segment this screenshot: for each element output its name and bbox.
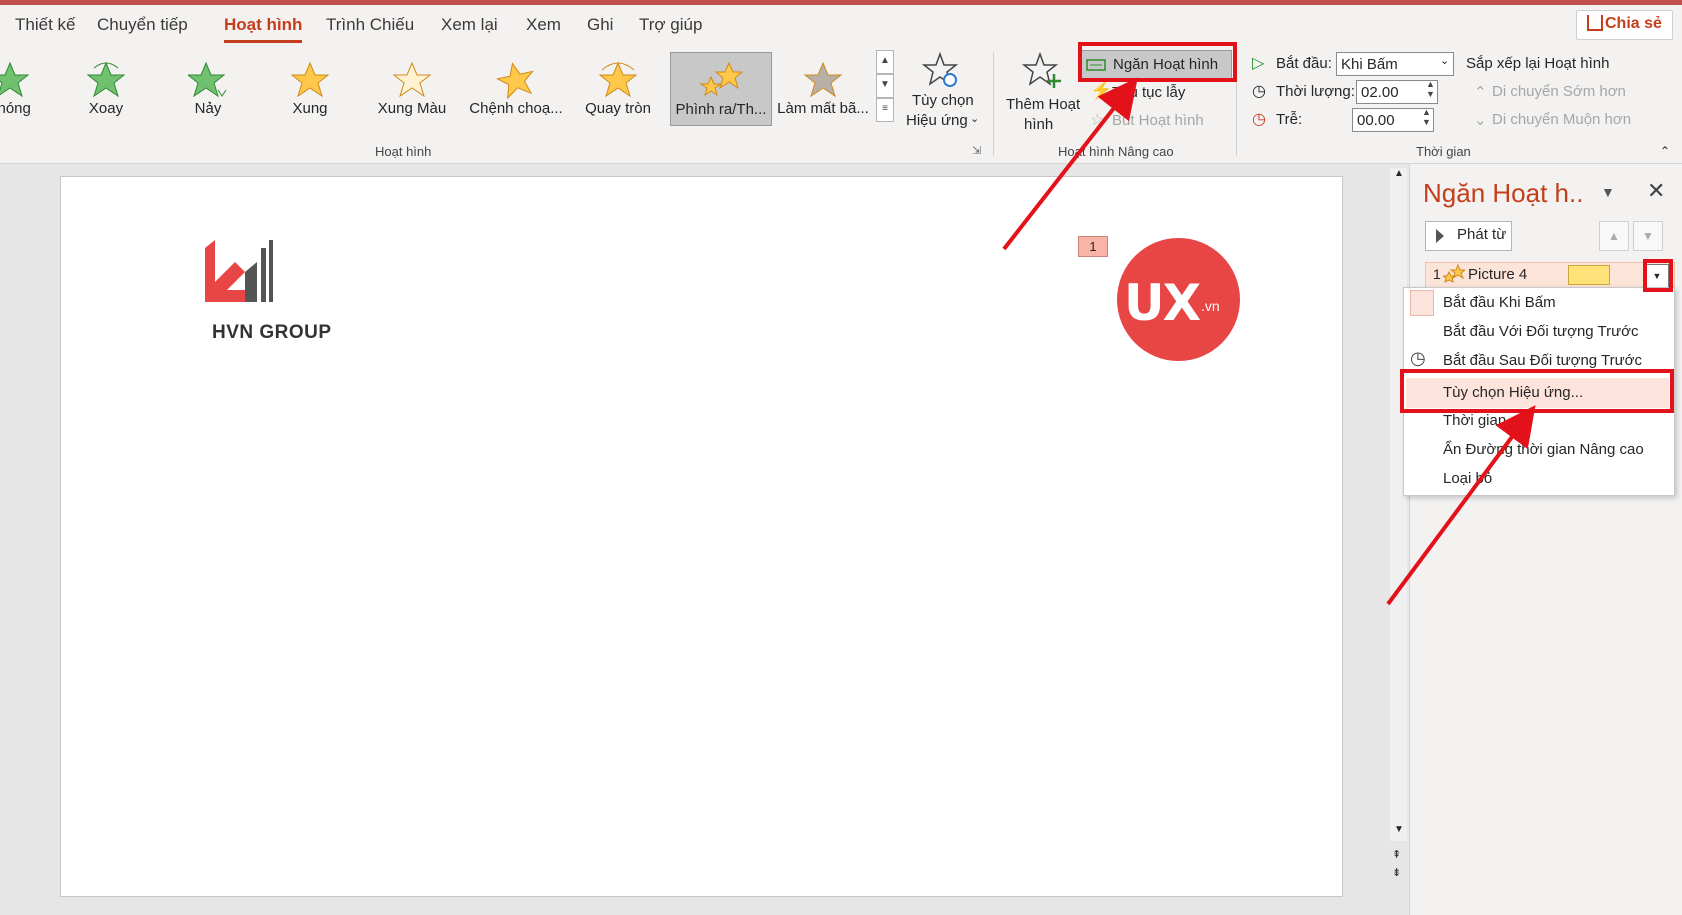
annotation-arrow-2 — [1386, 405, 1536, 606]
annotation-arrow-1 — [1002, 77, 1138, 251]
annotation-arrows — [1002, 77, 1536, 606]
